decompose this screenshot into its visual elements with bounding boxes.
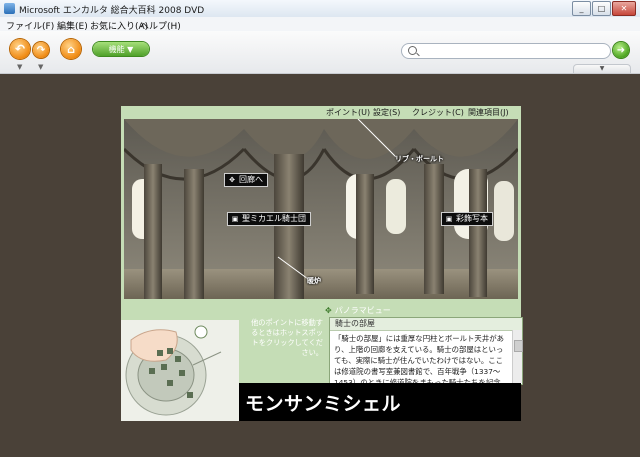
title-banner: モンサンミシェル [239,383,521,421]
label-lines [277,119,397,280]
info-title: 騎士の部屋 [330,318,522,331]
title-bar: Microsoft エンカルタ 総合大百科 2008 DVD _ □ ✕ [0,0,640,18]
info-scrollbar[interactable] [512,330,523,383]
minimize-button[interactable]: _ [572,1,591,16]
window-title: Microsoft エンカルタ 総合大百科 2008 DVD [19,6,205,16]
window-controls: _ □ ✕ [572,1,636,16]
label-rib-vault: リブ・ボールト [395,155,444,163]
search-box[interactable] [401,43,611,59]
search-icon [408,46,417,55]
panorama-photo[interactable]: ✥ 回廊へ ▣ 聖ミカエル騎士団 ▣ 彩飾写本 リブ・ボールト 暖炉 [124,119,518,299]
panel-menu-point[interactable]: ポイント(U) [326,107,370,118]
forward-arrow-icon: ↷ [36,44,46,56]
app-icon [4,3,15,14]
forward-history-caret-icon[interactable]: ▼ [38,63,43,71]
back-history-caret-icon[interactable]: ▼ [17,63,22,71]
panorama-view-label: ✥ パノラマビュー [325,305,391,316]
hint-text: 他のポイントに移動するときはホットスポットをクリックしてください。 [251,318,323,357]
label-fireplace: 暖炉 [307,277,321,285]
back-arrow-icon: ↶ [14,42,26,56]
scroll-thumb[interactable] [514,340,523,352]
move-icon: ✥ [325,306,332,315]
close-button[interactable]: ✕ [612,1,636,16]
function-button[interactable]: 機能 ▼ [93,42,149,56]
panorama-view-text: パノラマビュー [334,306,391,315]
abbey-map [121,320,239,421]
home-button[interactable]: ⌂ [61,39,81,59]
content-tab[interactable]: ▼ [573,64,631,73]
maximize-button[interactable]: □ [592,1,611,16]
toolbar: ↶ ▼ ↷ ▼ ⌂ 機能 ▼ ➜ ▼ [0,31,640,74]
location-map[interactable] [121,320,239,421]
search-go-button[interactable]: ➜ [613,42,629,58]
panel-menu: ポイント(U) 設定(S) クレジット(C) 関連項目(J) [121,106,521,119]
info-body: 「騎士の部屋」には重厚な円柱とボールト天井があり、上階の回廊を支えている。騎士の… [334,334,504,383]
forward-button[interactable]: ↷ [33,42,49,58]
panorama-panel: ポイント(U) 設定(S) クレジット(C) 関連項目(J) ✥ 回廊へ ▣ 聖… [121,106,523,421]
home-icon: ⌂ [67,42,75,56]
arrow-right-icon: ➜ [616,44,626,56]
topic-title: モンサンミシェル [245,393,402,415]
panel-menu-credit[interactable]: クレジット(C) [412,107,464,118]
info-box: 騎士の部屋 「騎士の部屋」には重厚な円柱とボールト天井があり、上階の回廊を支えて… [329,317,523,385]
panel-menu-settings[interactable]: 設定(S) [373,107,400,118]
panel-menu-related[interactable]: 関連項目(J) [468,107,509,118]
back-button[interactable]: ↶ [10,39,30,59]
menu-bar: ファイル(F) 編集(E) お気に入り(A) ヘルプ(H) [0,17,640,32]
